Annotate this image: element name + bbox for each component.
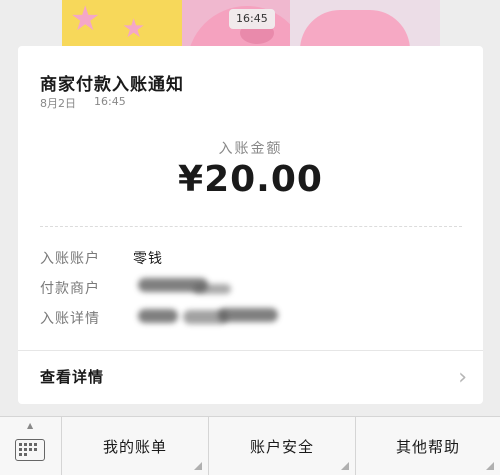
chevron-right-icon: › [458, 365, 467, 390]
submenu-corner-icon [341, 462, 349, 470]
submenu-corner-icon [486, 462, 494, 470]
merchant-label: 付款商户 [40, 281, 100, 297]
bottom-menu-bar: ▲ 我的账单 账户安全 其他帮助 [0, 416, 500, 475]
view-details-link[interactable]: 查看详情 › [18, 351, 483, 404]
notification-date: 8月2日 [40, 97, 76, 110]
amount-label: 入账金额 [218, 141, 283, 157]
submenu-corner-icon [194, 462, 202, 470]
expand-arrow-icon: ▲ [27, 421, 34, 430]
notification-time: 16:45 [94, 95, 126, 108]
menu-my-bills-label: 我的账单 [102, 438, 167, 456]
view-details-label: 查看详情 [40, 368, 105, 386]
keyboard-toggle-button[interactable]: ▲ [0, 417, 62, 475]
dashed-divider [40, 226, 462, 227]
menu-my-bills[interactable]: 我的账单 [62, 417, 209, 475]
keyboard-icon [15, 439, 45, 461]
detail-label: 入账详情 [40, 311, 100, 327]
menu-other-help-label: 其他帮助 [395, 438, 460, 456]
menu-account-security[interactable]: 账户安全 [209, 417, 356, 475]
menu-other-help[interactable]: 其他帮助 [356, 417, 500, 475]
message-time-chip: 16:45 [229, 9, 275, 29]
payment-notification-card[interactable]: 商家付款入账通知 8月2日 16:45 入账金额 ¥20.00 入账账户 零钱 … [18, 46, 483, 404]
menu-account-security-label: 账户安全 [249, 438, 314, 456]
account-label: 入账账户 [40, 251, 100, 267]
notification-title: 商家付款入账通知 [40, 75, 184, 95]
account-value: 零钱 [133, 251, 163, 267]
amount-value: ¥20.00 [178, 159, 323, 200]
